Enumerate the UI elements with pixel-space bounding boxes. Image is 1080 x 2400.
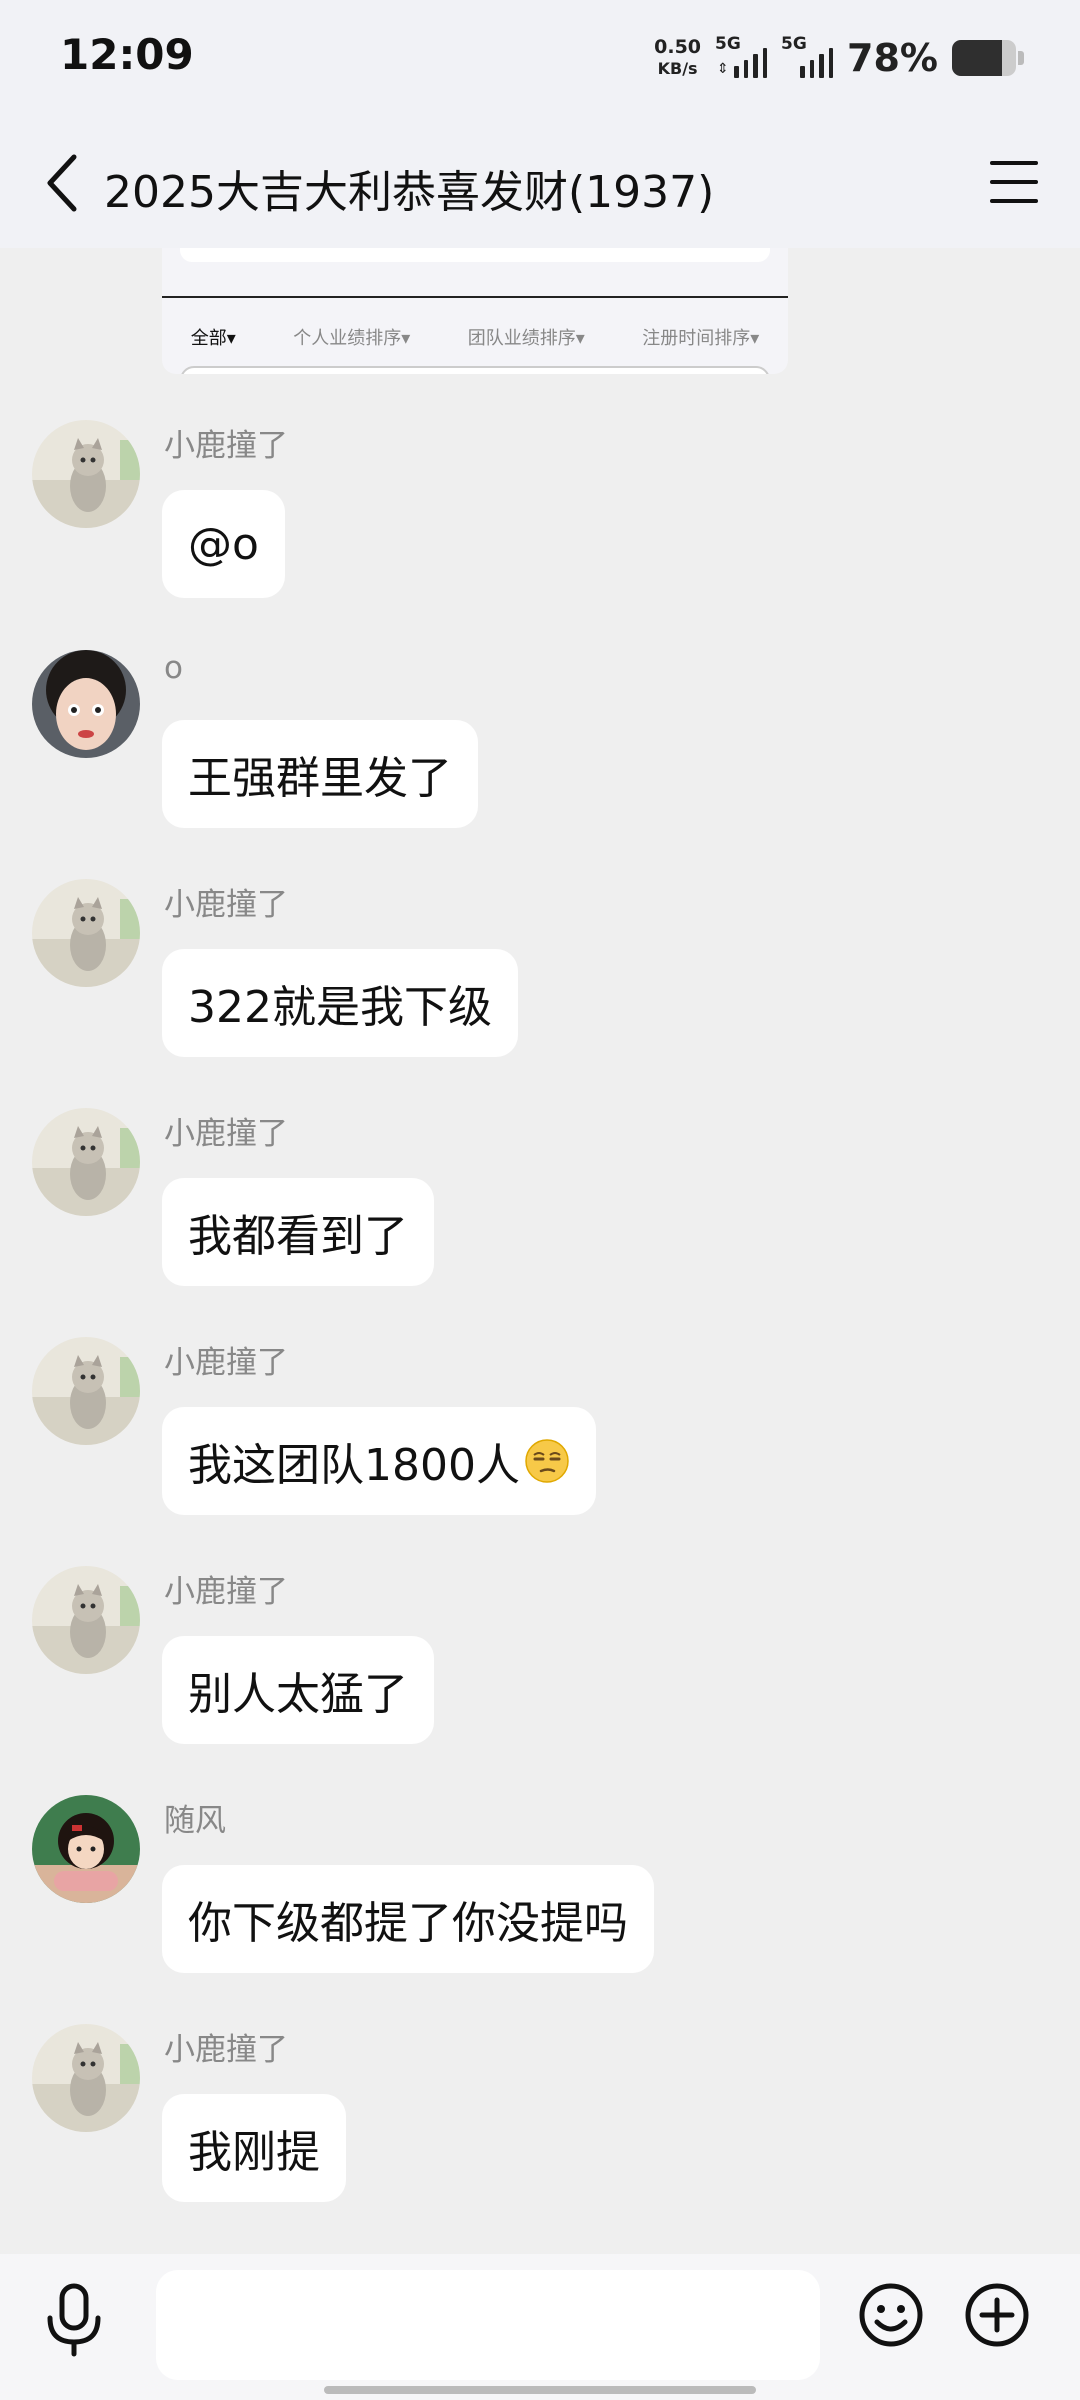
message-bubble[interactable]: 322就是我下级 (162, 949, 518, 1057)
shared-image-tabs: 全部▾ 个人业绩排序▾ 团队业绩排序▾ 注册时间排序▾ (162, 324, 788, 350)
status-bar: 12:09 0.50 KB/s 5G ⇕ 5G 78% (0, 0, 1080, 118)
cat-avatar[interactable] (32, 879, 140, 987)
signal-icon: 5G ⇕ (715, 34, 768, 78)
sender-name: 小鹿撞了 (164, 428, 288, 464)
more-button[interactable] (964, 2282, 1030, 2348)
battery-fill (952, 40, 1002, 76)
cat-avatar[interactable] (32, 1337, 140, 1445)
message-bubble[interactable]: 我都看到了 (162, 1178, 434, 1286)
message-text: 322就是我下级 (188, 982, 492, 1033)
sender-name: o (164, 650, 183, 686)
chat-header: 2025大吉大利恭喜发财(1937) (0, 118, 1080, 248)
smirk-emoji-icon (525, 1439, 569, 1483)
battery-tip (1018, 51, 1024, 65)
message-text: 你下级都提了你没提吗 (188, 1898, 628, 1949)
chevron-left-icon (47, 154, 77, 212)
message-text: 我刚提 (188, 2127, 320, 2178)
shared-image-tab: 注册时间排序▾ (642, 328, 760, 349)
message-bubble[interactable]: 你下级都提了你没提吗 (162, 1865, 654, 1973)
sender-name: 小鹿撞了 (164, 887, 288, 923)
message-bubble[interactable]: @o (162, 490, 285, 598)
message-text: 别人太猛了 (188, 1669, 408, 1720)
sim1-label: 5G (715, 34, 741, 54)
sender-name: 小鹿撞了 (164, 1574, 288, 1610)
network-speed-value: 0.50 (654, 36, 702, 58)
signal-icon: 5G (781, 34, 834, 78)
home-indicator[interactable] (324, 2386, 756, 2394)
message-bubble[interactable]: 我这团队1800人 (162, 1407, 596, 1515)
status-time: 12:09 (60, 30, 194, 79)
sender-name: 随风 (164, 1803, 226, 1839)
cat-avatar[interactable] (32, 1566, 140, 1674)
cat-avatar[interactable] (32, 2024, 140, 2132)
sender-name: 小鹿撞了 (164, 1116, 288, 1152)
sender-name: 小鹿撞了 (164, 1345, 288, 1381)
shared-image-tab: 个人业绩排序▾ (293, 328, 411, 349)
message-text: @o (188, 518, 259, 570)
network-speed: 0.50 KB/s (654, 36, 701, 80)
emoji-icon (859, 2283, 923, 2347)
woman-avatar[interactable] (32, 650, 140, 758)
message-bubble[interactable]: 王强群里发了 (162, 720, 478, 828)
cat-avatar[interactable] (32, 1108, 140, 1216)
message-bubble[interactable]: 别人太猛了 (162, 1636, 434, 1744)
shared-image-tab: 全部▾ (190, 328, 236, 349)
emoji-button[interactable] (858, 2282, 924, 2348)
message-bubble[interactable]: 我刚提 (162, 2094, 346, 2202)
message-text: 王强群里发了 (188, 753, 452, 804)
battery-icon (952, 40, 1016, 76)
plus-icon (965, 2283, 1029, 2347)
cat-avatar[interactable] (32, 420, 140, 528)
shared-image-message[interactable]: 全部▾ 个人业绩排序▾ 团队业绩排序▾ 注册时间排序▾ (162, 248, 788, 374)
input-bar (0, 2254, 1080, 2400)
message-text: 我这团队1800人 (188, 1440, 520, 1491)
sim2-label: 5G (781, 34, 807, 54)
microphone-icon (47, 2283, 101, 2357)
menu-icon (990, 161, 1038, 166)
anime-girl-avatar[interactable] (32, 1795, 140, 1903)
status-icons: 0.50 KB/s 5G ⇕ 5G 78% (654, 34, 1024, 82)
sender-name: 小鹿撞了 (164, 2032, 288, 2068)
message-input[interactable] (156, 2270, 820, 2380)
back-button[interactable] (32, 150, 92, 216)
network-speed-unit: KB/s (657, 59, 698, 78)
message-text: 我都看到了 (188, 1211, 408, 1262)
battery-percent: 78% (847, 36, 938, 80)
voice-button[interactable] (42, 2282, 106, 2358)
chat-title: 2025大吉大利恭喜发财(1937) (104, 167, 715, 218)
shared-image-tab: 团队业绩排序▾ (467, 328, 585, 349)
menu-button[interactable] (986, 154, 1042, 210)
data-arrows-icon: ⇕ (717, 61, 729, 77)
